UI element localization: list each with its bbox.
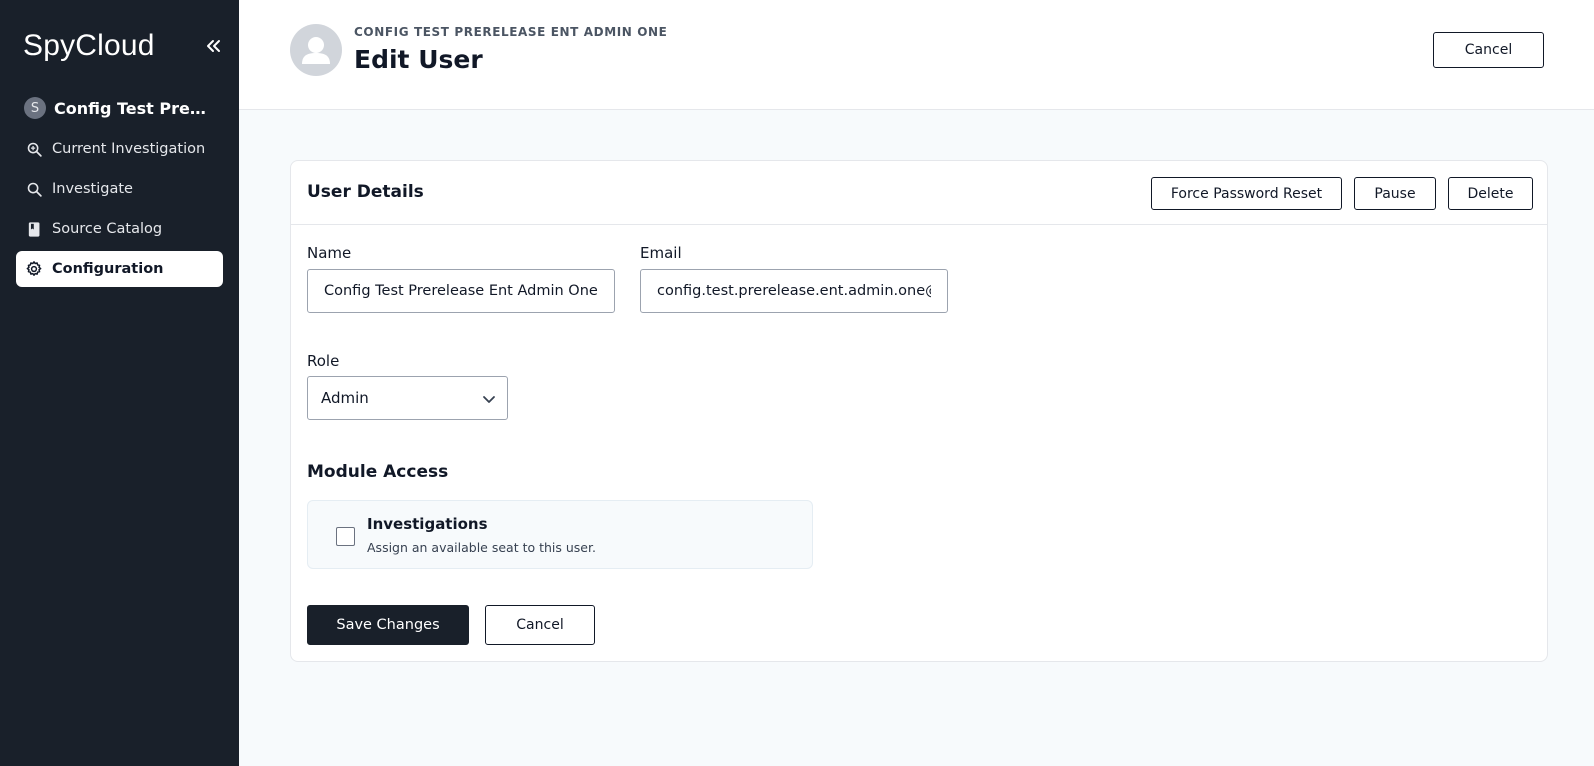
cancel-button[interactable]: Cancel <box>485 605 595 645</box>
search-icon <box>25 180 43 198</box>
email-label: Email <box>640 244 682 262</box>
name-field[interactable] <box>307 269 615 313</box>
sidebar-item-source-catalog[interactable]: Source Catalog <box>16 211 223 247</box>
sidebar-item-label: Configuration <box>52 261 164 277</box>
sidebar-item-configuration[interactable]: Configuration <box>16 251 223 287</box>
force-password-reset-button[interactable]: Force Password Reset <box>1151 177 1342 210</box>
gear-icon <box>25 260 43 278</box>
name-label: Name <box>307 244 352 262</box>
sidebar-item-investigate[interactable]: Investigate <box>16 171 223 207</box>
role-select[interactable]: Admin <box>307 376 508 420</box>
delete-button[interactable]: Delete <box>1448 177 1533 210</box>
user-name-subtitle: CONFIG TEST PRERELEASE ENT ADMIN ONE <box>354 25 668 39</box>
org-selector[interactable]: S Config Test PreRelease Ent <box>24 97 209 119</box>
header-cancel-button[interactable]: Cancel <box>1433 32 1544 68</box>
save-changes-button[interactable]: Save Changes <box>307 605 469 645</box>
investigations-checkbox[interactable] <box>336 527 355 546</box>
role-select-value: Admin <box>321 389 369 407</box>
collapse-sidebar-icon[interactable] <box>201 34 225 58</box>
sidebar-item-label: Source Catalog <box>52 221 163 237</box>
pause-button[interactable]: Pause <box>1354 177 1436 210</box>
card-header: User Details Force Password Reset Pause … <box>291 161 1547 225</box>
org-name: Config Test PreRelease Ent <box>54 98 209 118</box>
search-magnifier-plus-icon <box>25 140 43 158</box>
module-investigations: Investigations Assign an available seat … <box>307 500 813 569</box>
spycloud-logo[interactable]: SpyCloud <box>23 29 155 63</box>
sidebar-item-label: Investigate <box>52 181 133 197</box>
page-header: CONFIG TEST PRERELEASE ENT ADMIN ONE Edi… <box>239 0 1594 110</box>
sidebar-item-current-investigation[interactable]: Current Investigation <box>16 131 223 167</box>
user-avatar-icon <box>290 24 342 76</box>
book-icon <box>25 220 43 238</box>
module-title: Investigations <box>367 515 488 533</box>
page-title: Edit User <box>354 45 483 74</box>
chevron-down-icon <box>481 391 497 407</box>
sidebar-item-label: Current Investigation <box>52 141 206 157</box>
sidebar: SpyCloud S Config Test PreRelease Ent Cu… <box>0 0 239 766</box>
user-details-card: User Details Force Password Reset Pause … <box>290 160 1548 662</box>
card-title: User Details <box>307 182 424 202</box>
org-avatar: S <box>24 97 46 119</box>
module-access-heading: Module Access <box>307 462 449 482</box>
role-label: Role <box>307 352 340 370</box>
module-description: Assign an available seat to this user. <box>367 540 596 555</box>
email-field[interactable] <box>640 269 948 313</box>
